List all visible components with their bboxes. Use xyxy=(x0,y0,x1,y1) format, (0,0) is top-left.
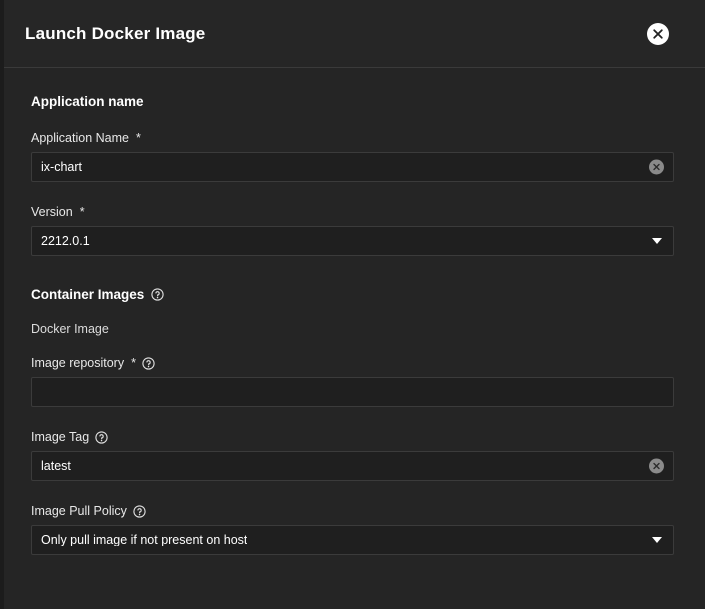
spacer xyxy=(31,182,674,205)
dialog-left-edge xyxy=(0,0,4,609)
image-repository-input[interactable] xyxy=(31,377,674,407)
field-version: Version * 2212.0.1 xyxy=(31,205,674,256)
field-label-image-pull-policy: Image Pull Policy xyxy=(31,504,674,518)
spacer xyxy=(31,407,674,430)
section-heading-application-name-label: Application name xyxy=(31,94,144,109)
docker-image-label: Docker Image xyxy=(31,322,674,336)
field-label-image-tag: Image Tag xyxy=(31,430,674,444)
field-label-image-repository-text: Image repository xyxy=(31,356,124,370)
section-heading-container-images-label: Container Images xyxy=(31,287,144,302)
help-circle-icon[interactable] xyxy=(133,505,146,518)
field-image-pull-policy: Image Pull Policy Only pull image if not… xyxy=(31,504,674,555)
field-label-image-repository: Image repository * xyxy=(31,356,674,370)
dialog-titlebar: Launch Docker Image xyxy=(0,0,705,68)
application-name-input[interactable]: ix-chart xyxy=(31,152,674,182)
field-label-version-text: Version xyxy=(31,205,73,219)
required-marker: * xyxy=(131,356,136,370)
field-label-image-pull-policy-text: Image Pull Policy xyxy=(31,504,127,518)
clear-icon[interactable] xyxy=(649,459,664,474)
spacer xyxy=(31,109,674,131)
version-value: 2212.0.1 xyxy=(41,235,90,248)
field-label-application-name: Application Name * xyxy=(31,131,674,145)
close-icon xyxy=(647,23,669,45)
required-marker: * xyxy=(80,205,85,219)
close-dialog-button[interactable] xyxy=(647,23,669,45)
section-heading-container-images: Container Images xyxy=(31,287,674,302)
section-heading-application-name: Application name xyxy=(31,94,674,109)
chevron-down-icon[interactable] xyxy=(652,238,662,244)
field-application-name: Application Name * ix-chart xyxy=(31,131,674,182)
spacer xyxy=(31,336,674,356)
field-label-image-tag-text: Image Tag xyxy=(31,430,89,444)
chevron-down-icon[interactable] xyxy=(652,537,662,543)
dialog-title: Launch Docker Image xyxy=(25,24,647,44)
application-name-value: ix-chart xyxy=(41,161,82,174)
image-pull-policy-select[interactable]: Only pull image if not present on host xyxy=(31,525,674,555)
image-pull-policy-value: Only pull image if not present on host xyxy=(41,534,247,547)
image-tag-input[interactable]: latest xyxy=(31,451,674,481)
clear-icon[interactable] xyxy=(649,160,664,175)
field-image-tag: Image Tag latest xyxy=(31,430,674,481)
spacer xyxy=(31,302,674,322)
launch-docker-image-dialog: Launch Docker Image Application name App… xyxy=(0,0,705,609)
help-circle-icon[interactable] xyxy=(95,431,108,444)
spacer xyxy=(31,481,674,504)
field-label-version: Version * xyxy=(31,205,674,219)
version-select[interactable]: 2212.0.1 xyxy=(31,226,674,256)
dialog-form-body: Application name Application Name * ix-c… xyxy=(0,68,705,609)
required-marker: * xyxy=(136,131,141,145)
field-label-application-name-text: Application Name xyxy=(31,131,129,145)
help-circle-icon[interactable] xyxy=(151,288,164,301)
field-image-repository: Image repository * xyxy=(31,356,674,407)
spacer xyxy=(31,256,674,287)
image-tag-value: latest xyxy=(41,460,71,473)
help-circle-icon[interactable] xyxy=(142,357,155,370)
